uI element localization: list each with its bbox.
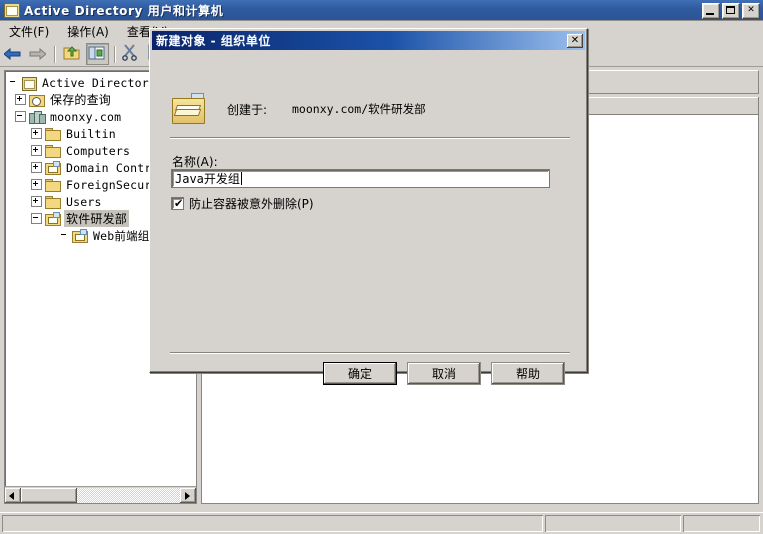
scroll-right-button[interactable]: [180, 487, 196, 503]
status-bar: [0, 512, 763, 534]
protect-from-deletion-checkbox-row[interactable]: ✔ 防止容器被意外删除(P): [171, 195, 314, 212]
dialog-button-row: 确定 取消 帮助: [152, 362, 585, 385]
scroll-thumb[interactable]: [21, 487, 77, 503]
tree-horizontal-scrollbar[interactable]: [5, 486, 196, 503]
ou-icon: [72, 228, 88, 243]
ou-icon: [171, 93, 205, 124]
show-console-tree-icon[interactable]: [86, 43, 109, 65]
new-object-ou-dialog: 新建对象 - 组织单位 ✕ 创建于: moonxy.com/软件研发部 名称(A…: [149, 28, 588, 385]
tree-item-label: Users: [66, 194, 102, 209]
name-input[interactable]: Java开发组: [171, 169, 550, 188]
status-pane-third: [683, 515, 760, 532]
close-icon: ✕: [570, 34, 580, 46]
expander-none: [9, 78, 18, 87]
protect-from-deletion-checkbox[interactable]: ✔: [171, 197, 184, 210]
expander-plus-icon[interactable]: [31, 128, 42, 139]
folder-icon: [45, 127, 61, 141]
console-icon: [3, 2, 20, 18]
back-arrow-glyph: [4, 48, 21, 60]
created-in-label: 创建于:: [227, 103, 268, 117]
up-folder-glyph: [63, 46, 80, 60]
menu-file[interactable]: 文件(F): [0, 21, 58, 42]
console-tree-glyph: [88, 46, 105, 60]
expander-plus-icon[interactable]: [31, 145, 42, 156]
divider-top: [170, 137, 570, 139]
expander-plus-icon[interactable]: [15, 94, 26, 105]
name-field-label: 名称(A):: [172, 155, 218, 169]
toolbar-separator: [114, 45, 116, 63]
window-title-bar: Active Directory 用户和计算机 ✕: [0, 0, 763, 21]
expander-none: [60, 231, 69, 240]
protect-from-deletion-label: 防止容器被意外删除(P): [189, 197, 314, 211]
up-one-level-icon[interactable]: [61, 43, 84, 65]
close-button[interactable]: ✕: [742, 3, 760, 19]
folder-icon: [45, 195, 61, 209]
back-icon[interactable]: [1, 43, 24, 65]
name-input-value: Java开发组: [175, 172, 240, 186]
dialog-title-bar: 新建对象 - 组织单位 ✕: [152, 31, 585, 50]
expander-minus-icon[interactable]: [31, 213, 42, 224]
scroll-left-button[interactable]: [5, 487, 21, 503]
dialog-body: 创建于: moonxy.com/软件研发部 名称(A): Java开发组 ✔ 防…: [152, 52, 585, 385]
text-caret: [240, 172, 242, 185]
window-controls: ✕: [702, 3, 760, 19]
active-directory-console-window: Active Directory 用户和计算机 ✕ 文件(F) 操作(A) 查看…: [0, 0, 763, 534]
tree-item-label: Builtin: [66, 126, 116, 141]
toolbar-separator: [54, 45, 56, 63]
ok-button[interactable]: 确定: [323, 362, 397, 385]
folder-icon: [45, 144, 61, 158]
tree-item-label: Computers: [66, 143, 131, 158]
tree-item-label-selected: 软件研发部: [64, 210, 130, 227]
forward-icon[interactable]: [26, 43, 49, 65]
maximize-button[interactable]: [722, 3, 740, 19]
tree-item-label: 保存的查询: [50, 93, 112, 107]
scroll-track[interactable]: [77, 487, 180, 503]
ou-icon: [45, 160, 61, 175]
ou-icon: [45, 211, 61, 226]
cut-icon[interactable]: [121, 43, 144, 65]
forward-arrow-glyph: [29, 48, 46, 60]
dialog-title: 新建对象 - 组织单位: [156, 34, 271, 48]
menu-action[interactable]: 操作(A): [58, 21, 118, 42]
created-in-path: moonxy.com/软件研发部: [292, 102, 426, 116]
minimize-button[interactable]: [702, 3, 720, 19]
status-pane-second: [545, 515, 681, 532]
cancel-button[interactable]: 取消: [407, 362, 481, 385]
query-folder-icon: [29, 93, 45, 107]
window-title: Active Directory 用户和计算机: [24, 3, 224, 18]
console-icon: [21, 76, 37, 91]
expander-plus-icon[interactable]: [31, 179, 42, 190]
expander-plus-icon[interactable]: [31, 196, 42, 207]
help-button[interactable]: 帮助: [491, 362, 565, 385]
tree-item-label: Web前端组: [93, 228, 150, 243]
status-pane-main: [2, 515, 543, 532]
expander-minus-icon[interactable]: [15, 111, 26, 122]
expander-plus-icon[interactable]: [31, 162, 42, 173]
domain-icon: [29, 110, 46, 124]
divider-bottom: [170, 352, 570, 354]
tree-item-label: moonxy.com: [50, 109, 122, 124]
folder-icon: [45, 178, 61, 192]
scissors-glyph: [122, 44, 137, 61]
checkmark-icon: ✔: [174, 197, 184, 210]
dialog-close-button[interactable]: ✕: [567, 33, 583, 48]
